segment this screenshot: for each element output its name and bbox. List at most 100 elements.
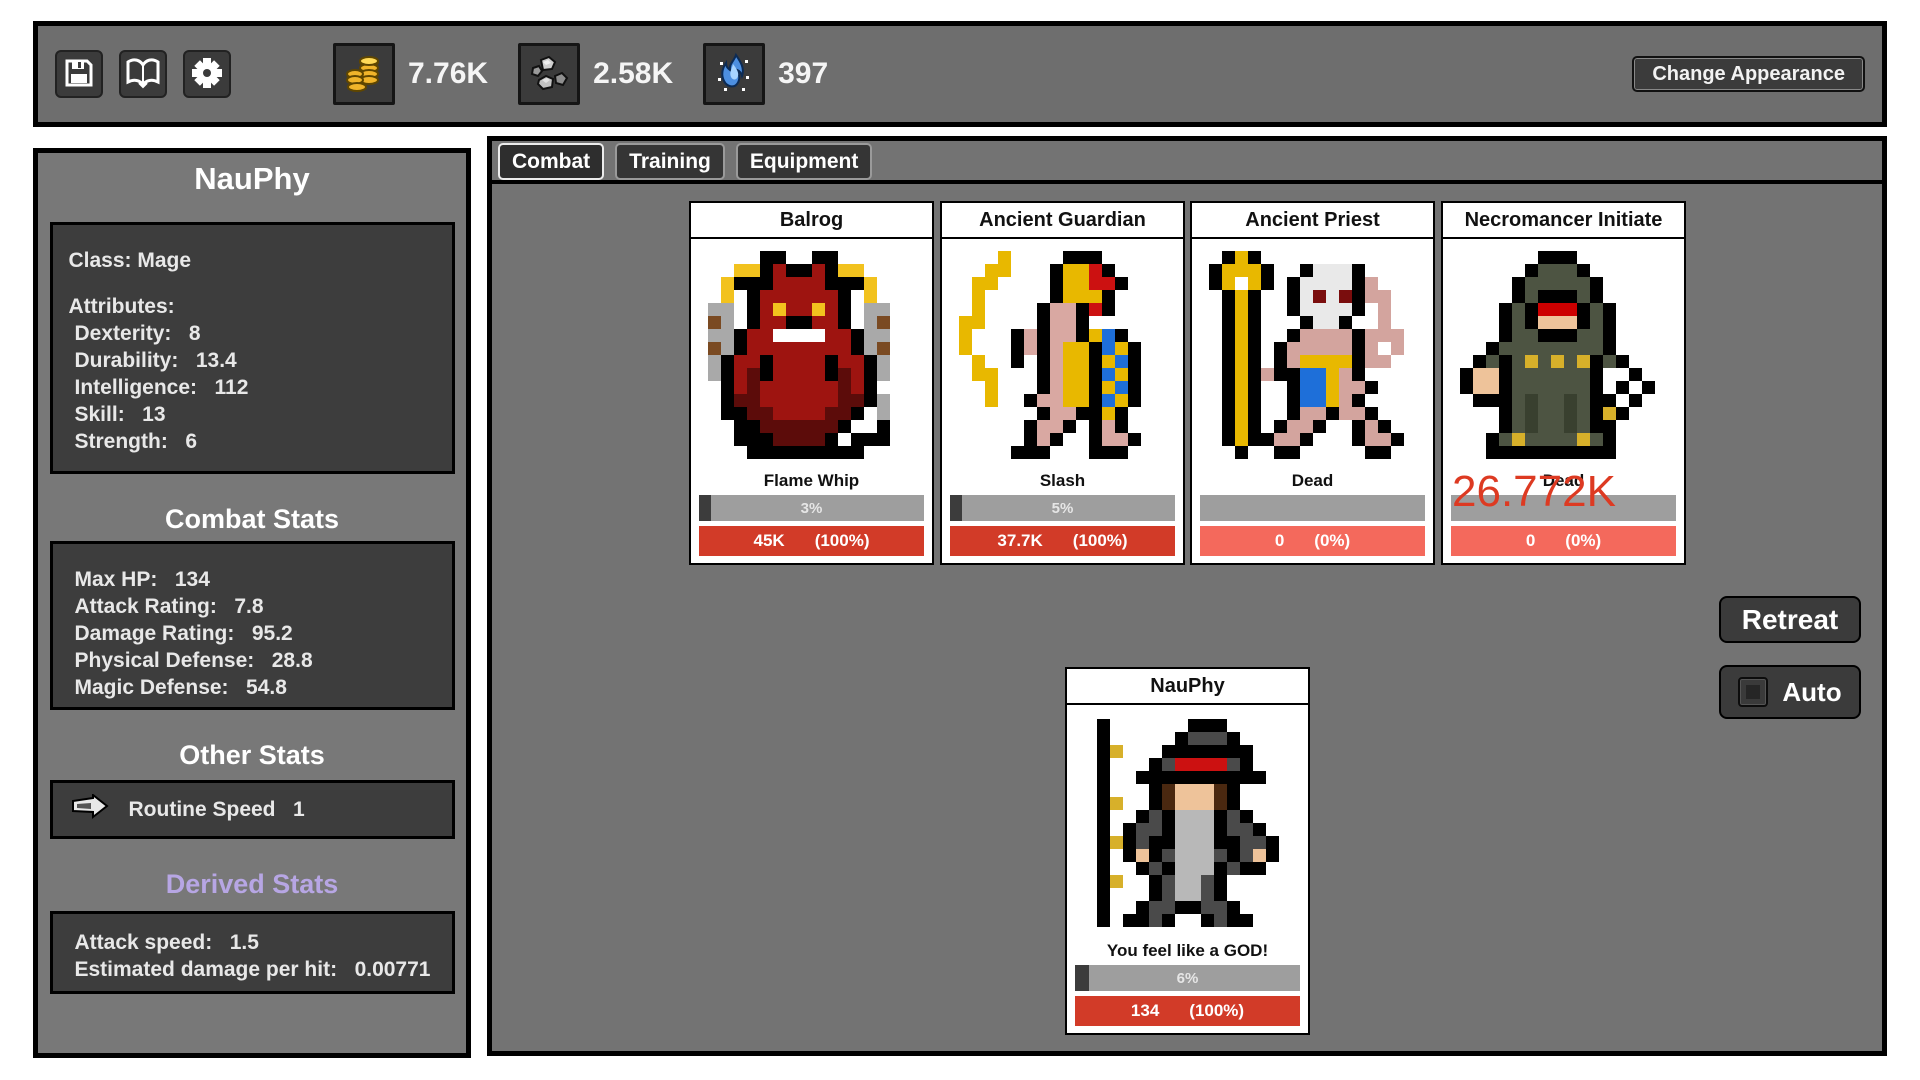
card-status: Slash [942,471,1183,493]
stat-line: Intelligence: 112 [69,374,436,401]
stat-line: Damage Rating: 95.2 [69,620,436,647]
cast-bar [1200,495,1425,521]
derived-stats-heading: Derived Stats [38,869,466,900]
cast-bar: 6% [1075,965,1300,991]
stat-line: Dexterity: 8 [69,320,436,347]
hp-percent: (0%) [1314,531,1350,551]
other-stats-heading: Other Stats [38,740,466,771]
toolbar [55,50,231,98]
derived-stats-list: Attack speed: 1.5Estimated damage per hi… [69,929,436,983]
card-status: Dead [1443,471,1684,493]
cast-bar-text [1200,495,1425,521]
hp-bar: 45K (100%) [699,526,924,556]
stat-line: Durability: 13.4 [69,347,436,374]
enemy-card[interactable]: Necromancer Initiate Dead 0 (0%) [1441,201,1686,565]
character-name: NauPhy [38,161,466,197]
cast-bar: 5% [950,495,1175,521]
journal-button[interactable] [119,50,167,98]
tab-equipment[interactable]: Equipment [736,143,873,180]
ore-amount: 2.58K [593,57,673,91]
cast-bar-text: 6% [1075,965,1300,991]
combat-stats-heading: Combat Stats [38,504,466,535]
journal-icon [125,57,161,92]
attributes-box: Class: Mage Attributes: Dexterity: 8Dura… [50,222,455,474]
cast-bar-text: 5% [950,495,1175,521]
currency-gold: 7.76K [333,43,488,105]
gold-amount: 7.76K [408,57,488,91]
card-status: You feel like a GOD! [1067,941,1308,963]
ancient-priest-sprite [1192,239,1433,471]
save-button[interactable] [55,50,103,98]
routine-arrow-icon [71,794,109,825]
enemy-card[interactable]: Balrog Flame Whip 3% 45K (100%) [689,201,934,565]
combat-stats-list: Max HP: 134Attack Rating: 7.8Damage Rati… [69,566,436,701]
card-title: Balrog [691,203,932,239]
hp-bar: 0 (0%) [1451,526,1676,556]
save-icon [63,57,95,92]
derived-stats-box: Attack speed: 1.5Estimated damage per hi… [50,911,455,994]
hp-value: 0 [1526,531,1535,551]
balrog-sprite [691,239,932,471]
currency-mana: 397 [703,43,828,105]
cast-bar-text [1451,495,1676,521]
stat-line: Estimated damage per hit: 0.00771 [69,956,436,983]
card-status: Dead [1192,471,1433,493]
hp-bar: 0 (0%) [1200,526,1425,556]
combat-panel: Combat Training Equipment 26.772K Retrea… [487,136,1887,1056]
cast-bar: 3% [699,495,924,521]
stat-line: Strength: 6 [69,428,436,455]
currency-bar: 7.76K 2.58K 397 [333,43,844,105]
attribute-list: Dexterity: 8Durability: 13.4Intelligence… [69,320,436,455]
tab-combat[interactable]: Combat [498,143,604,180]
card-title: Ancient Guardian [942,203,1183,239]
card-status: Flame Whip [691,471,932,493]
attributes-heading: Attributes: [69,293,436,320]
mana-icon[interactable] [703,43,765,105]
character-sidebar: NauPhy Class: Mage Attributes: Dexterity… [33,148,471,1058]
card-title: Ancient Priest [1192,203,1433,239]
stat-line: Attack speed: 1.5 [69,929,436,956]
nauphy-sprite [1067,705,1308,941]
mana-amount: 397 [778,57,828,91]
tab-bar: Combat Training Equipment [492,141,1882,184]
hp-percent: (100%) [1073,531,1128,551]
combat-stats-box: Max HP: 134Attack Rating: 7.8Damage Rati… [50,541,455,710]
ancient-guardian-sprite [942,239,1183,471]
gold-coins-icon[interactable] [333,43,395,105]
game-window: 7.76K 2.58K 397 Change Appearance NauPhy… [0,0,1920,1080]
stat-line: Attack Rating: 7.8 [69,593,436,620]
player-card[interactable]: NauPhy You feel like a GOD! 6% 134 (100%… [1065,667,1310,1035]
other-stats-box: Routine Speed 1 [50,780,455,839]
settings-button[interactable] [183,50,231,98]
hp-percent: (100%) [815,531,870,551]
gear-icon [191,57,223,92]
hp-value: 134 [1131,1001,1159,1021]
enemy-card[interactable]: Ancient Guardian Slash 5% 37.7K (100%) [940,201,1185,565]
hp-bar: 37.7K (100%) [950,526,1175,556]
top-bar: 7.76K 2.58K 397 Change Appearance [33,21,1887,127]
hp-bar: 134 (100%) [1075,996,1300,1026]
enemy-card[interactable]: Ancient Priest Dead 0 (0%) [1190,201,1435,565]
routine-speed-line: Routine Speed 1 [129,796,305,823]
auto-label: Auto [1782,677,1841,708]
hp-value: 37.7K [997,531,1042,551]
hp-percent: (100%) [1189,1001,1244,1021]
card-title: NauPhy [1067,669,1308,705]
stat-line: Skill: 13 [69,401,436,428]
change-appearance-button[interactable]: Change Appearance [1632,56,1865,92]
stat-line: Max HP: 134 [69,566,436,593]
hp-value: 45K [754,531,785,551]
auto-toggle[interactable]: Auto [1719,665,1861,719]
retreat-button[interactable]: Retreat [1719,596,1861,643]
stat-line: Physical Defense: 28.8 [69,647,436,674]
tab-training[interactable]: Training [615,143,725,180]
necromancer-initiate-sprite [1443,239,1684,471]
ore-icon[interactable] [518,43,580,105]
stat-line: Magic Defense: 54.8 [69,674,436,701]
card-title: Necromancer Initiate [1443,203,1684,239]
hp-value: 0 [1275,531,1284,551]
class-line: Class: Mage [69,247,436,274]
cast-bar [1451,495,1676,521]
auto-checkbox[interactable] [1738,677,1768,707]
cast-bar-text: 3% [699,495,924,521]
